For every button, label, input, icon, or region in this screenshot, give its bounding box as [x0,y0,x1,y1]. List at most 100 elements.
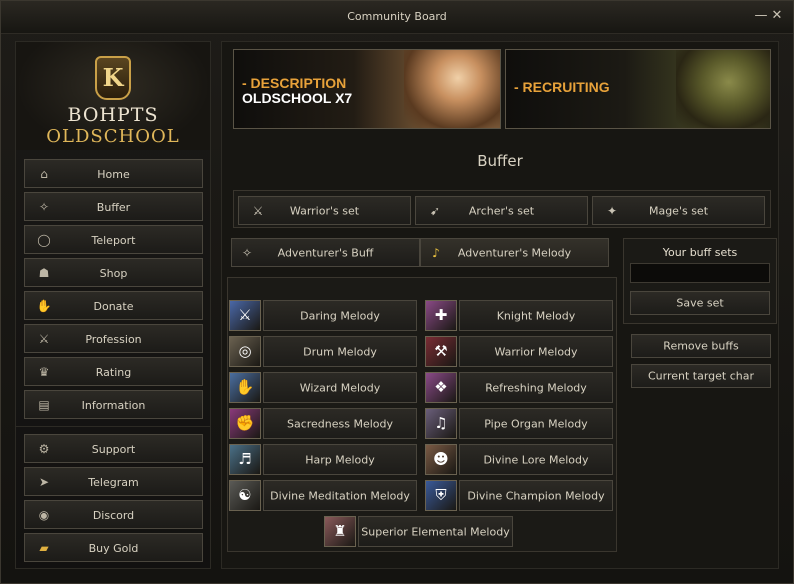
button-label: Archer's set [468,204,535,217]
sidebar-item-label: Telegram [88,476,139,489]
sidebar-link-buy-gold[interactable]: ▰ Buy Gold [24,533,203,562]
sidebar-link-support[interactable]: ⚙ Support [24,434,203,463]
melody-label: Warrior Melody [494,345,578,358]
buff-set-name-input[interactable] [630,263,770,283]
buff-sets-title: Your buff sets [662,246,738,259]
sidebar-item-label: Rating [95,366,132,379]
sacredness-melody-button[interactable]: Sacredness Melody [263,408,417,439]
sidebar-item-profession[interactable]: ⚔ Profession [24,324,203,353]
banner-description[interactable]: - DESCRIPTION OLDSCHOOL X7 [233,49,501,129]
divine-lore-melody-icon[interactable]: ☻ [425,444,457,475]
wizard-melody-button[interactable]: Wizard Melody [263,372,417,403]
superior-elemental-melody-button[interactable]: Superior Elemental Melody [358,516,513,547]
banner-description-accent: - DESCRIPTION [242,75,347,91]
title-bar[interactable]: Community Board — ✕ [1,1,793,34]
sidebar-link-discord[interactable]: ◉ Discord [24,500,203,529]
melody-label: Harp Melody [305,453,375,466]
sidebar-item-home[interactable]: ⌂ Home [24,159,203,188]
superior-elemental-melody-icon[interactable]: ♜ [324,516,356,547]
buff-sets-panel: Your buff sets Save set [623,238,777,324]
banner-recruiting-text: - RECRUITING [514,80,610,95]
server-logo: K BOHPTS OLDSCHOOL [16,42,210,150]
sidebar-item-teleport[interactable]: ◯ Teleport [24,225,203,254]
community-board-window: Community Board — ✕ K BOHPTS OLDSCHOOL ⌂… [0,0,794,584]
tab-adventurers-buff[interactable]: ✧ Adventurer's Buff [231,238,420,267]
sidebar-item-shop[interactable]: ☗ Shop [24,258,203,287]
banner-description-text: - DESCRIPTION OLDSCHOOL X7 [242,76,352,106]
button-label: Current target char [647,369,755,383]
main-panel: - DESCRIPTION OLDSCHOOL X7 - RECRUITING … [221,41,779,569]
pipe-organ-melody-icon[interactable]: ♫ [425,408,457,439]
logo-subtitle: OLDSCHOOL [46,126,180,147]
sidebar-link-telegram[interactable]: ➤ Telegram [24,467,203,496]
sidebar-item-rating[interactable]: ♛ Rating [24,357,203,386]
banner-description-subtitle: OLDSCHOOL X7 [242,90,353,106]
sidebar-item-information[interactable]: ▤ Information [24,390,203,419]
elf-portrait-icon [404,50,500,128]
melody-label: Superior Elemental Melody [361,525,510,538]
daring-melody-button[interactable]: Daring Melody [263,300,417,331]
tab-adventurers-melody[interactable]: ♪ Adventurer's Melody [420,238,609,267]
sidebar-item-label: Buffer [96,201,131,214]
sidebar-item-label: Donate [93,300,134,313]
daring-melody-icon[interactable]: ⚔ [229,300,261,331]
melody-label: Divine Champion Melody [467,489,605,502]
drum-melody-button[interactable]: Drum Melody [263,336,417,367]
sidebar-item-label: Support [91,443,136,456]
melody-label: Daring Melody [300,309,380,322]
melody-label: Divine Meditation Melody [270,489,410,502]
sidebar: K BOHPTS OLDSCHOOL ⌂ Home ✧ Buffer ◯ Tel… [15,41,211,569]
wizard-melody-icon[interactable]: ✋ [229,372,261,403]
button-label: Mage's set [648,204,709,217]
divine-champion-melody-icon[interactable]: ⛨ [425,480,457,511]
logo-emblem-icon: K [95,56,131,100]
harp-melody-icon[interactable]: ♬ [229,444,261,475]
knight-melody-icon[interactable]: ✚ [425,300,457,331]
melody-label: Divine Lore Melody [483,453,589,466]
tab-label: Adventurer's Buff [277,246,374,259]
melody-label: Knight Melody [496,309,576,322]
divine-lore-melody-button[interactable]: Divine Lore Melody [459,444,613,475]
sacredness-melody-icon[interactable]: ✊ [229,408,261,439]
button-label: Save set [676,296,724,310]
sidebar-item-label: Shop [99,267,128,280]
melody-label: Wizard Melody [299,381,381,394]
banner-recruiting[interactable]: - RECRUITING [505,49,771,129]
knight-melody-button[interactable]: Knight Melody [459,300,613,331]
button-label: Warrior's set [289,204,360,217]
logo-title: BOHPTS [67,104,159,126]
save-set-button[interactable]: Save set [630,291,770,315]
minimize-button[interactable]: — [753,8,769,24]
harp-melody-button[interactable]: Harp Melody [263,444,417,475]
page-title: Buffer [477,152,523,170]
close-button[interactable]: ✕ [769,8,785,24]
remove-buffs-button[interactable]: Remove buffs [631,334,771,358]
sidebar-item-buffer[interactable]: ✧ Buffer [24,192,203,221]
orc-portrait-icon [676,50,770,128]
current-target-char-button[interactable]: Current target char [631,364,771,388]
banner-recruiting-accent: - RECRUITING [514,79,610,95]
sidebar-divider [16,426,210,427]
divine-champion-melody-button[interactable]: Divine Champion Melody [459,480,613,511]
refreshing-melody-icon[interactable]: ❖ [425,372,457,403]
mages-set-button[interactable]: ✦ Mage's set [592,196,765,225]
pipe-organ-melody-button[interactable]: Pipe Organ Melody [459,408,613,439]
divine-meditation-melody-icon[interactable]: ☯ [229,480,261,511]
melody-label: Drum Melody [303,345,377,358]
sidebar-item-label: Buy Gold [88,542,139,555]
sidebar-item-label: Home [97,168,130,181]
melody-label: Pipe Organ Melody [484,417,588,430]
divine-meditation-melody-button[interactable]: Divine Meditation Melody [263,480,417,511]
drum-melody-icon[interactable]: ◎ [229,336,261,367]
tab-label: Adventurer's Melody [457,246,572,259]
warrior-melody-button[interactable]: Warrior Melody [459,336,613,367]
archers-set-button[interactable]: ➹ Archer's set [415,196,588,225]
warrior-melody-icon[interactable]: ⚒ [425,336,457,367]
sidebar-item-label: Discord [92,509,135,522]
sidebar-item-donate[interactable]: ✋ Donate [24,291,203,320]
warriors-set-button[interactable]: ⚔ Warrior's set [238,196,411,225]
refreshing-melody-button[interactable]: Refreshing Melody [459,372,613,403]
sidebar-item-label: Teleport [91,234,136,247]
melody-label: Sacredness Melody [286,417,394,430]
button-label: Remove buffs [663,339,739,353]
